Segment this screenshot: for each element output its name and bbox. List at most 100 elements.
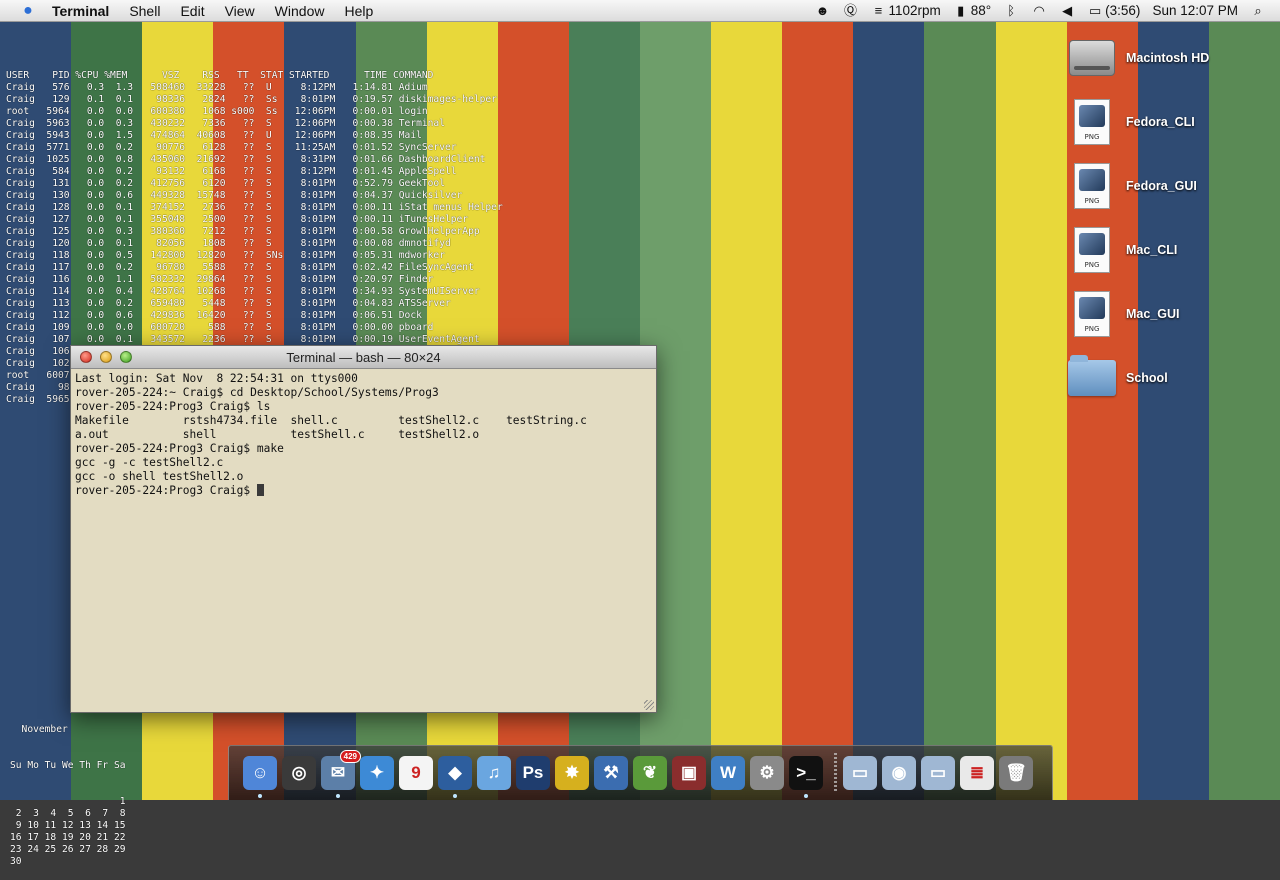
terminal-window[interactable]: Terminal — bash — 80×24 Last login: Sat …	[70, 345, 657, 713]
process-row: Craig 130 0.0 0.6 449328 15748 ?? S 8:01…	[6, 190, 463, 201]
adium-icon: ◆	[448, 763, 462, 782]
hard-drive-icon	[1069, 40, 1115, 76]
terminal-output-line: rover-205-224:~ Craig$ cd Desktop/School…	[75, 386, 439, 399]
close-button[interactable]	[80, 351, 92, 363]
process-row: Craig 128 0.0 0.1 374152 2736 ?? S 8:01P…	[6, 202, 503, 213]
process-row: Craig 125 0.0 0.3 380360 7212 ?? S 8:01P…	[6, 226, 480, 237]
window-titlebar[interactable]: Terminal — bash — 80×24	[71, 346, 656, 369]
smultron-icon: ✸	[564, 763, 580, 782]
minimize-button[interactable]	[100, 351, 112, 363]
dock-item-applications-stack[interactable]: ▭	[921, 756, 955, 790]
process-row: Craig 584 0.0 0.2 93132 6168 ?? S 8:12PM…	[6, 166, 457, 177]
running-indicator	[453, 794, 457, 798]
dock-item-itunes[interactable]: ♫	[477, 756, 511, 790]
dock-item-downloads-stack[interactable]: ◉	[882, 756, 916, 790]
bluetooth-icon[interactable]: ᛒ	[1003, 3, 1019, 19]
menu-bar: ● Terminal Shell Edit View Window Help ☻…	[0, 0, 1280, 22]
wifi-icon[interactable]: ◠	[1031, 3, 1047, 19]
dock-item-vmware[interactable]: ▣	[672, 756, 706, 790]
dock-item-documents-stack[interactable]: ▭	[843, 756, 877, 790]
photoshop-icon: Ps	[522, 763, 544, 782]
dock-item-adium[interactable]: ◆	[438, 756, 472, 798]
dock-item-smultron[interactable]: ✸	[555, 756, 589, 790]
png-file-icon: PNG	[1074, 227, 1110, 273]
desktop-icon-fedora-gui[interactable]: PNG Fedora_GUI	[1066, 160, 1197, 212]
process-row: Craig 576 0.3 1.3 508460 33228 ?? U 8:12…	[6, 82, 428, 93]
apple-menu-icon[interactable]: ●	[18, 2, 38, 20]
process-row: Craig 113 0.0 0.2 659480 5448 ?? S 8:01P…	[6, 298, 451, 309]
zoom-button[interactable]	[120, 351, 132, 363]
terminal-icon: >_	[796, 763, 816, 782]
process-row: Craig 114 0.0 0.4 428764 10268 ?? S 8:01…	[6, 286, 480, 297]
process-row: Craig 118 0.0 0.5 142800 12820 ?? SNs 8:…	[6, 250, 445, 261]
desktop-icon-fedora-cli[interactable]: PNG Fedora_CLI	[1066, 96, 1195, 148]
dock-item-document-stack[interactable]: ≣	[960, 756, 994, 790]
terminal-output-line: gcc -o shell testShell2.o	[75, 470, 244, 483]
adium-status-icon[interactable]: ☻	[814, 3, 830, 19]
terminal-output-line: a.out shell testShell.c testShell2.o	[75, 428, 480, 441]
resize-grip[interactable]	[644, 700, 654, 710]
cpu-temp[interactable]: ▮ 88°	[953, 3, 991, 19]
desktop-icon-school[interactable]: School	[1066, 352, 1168, 404]
desktop-icon-macintosh-hd[interactable]: Macintosh HD	[1066, 32, 1209, 84]
process-row: Craig 109 0.0 0.0 600720 588 ?? S 8:01PM…	[6, 322, 434, 333]
thermometer-icon: ▮	[957, 2, 965, 18]
process-row: Craig 127 0.0 0.1 355048 2500 ?? S 8:01P…	[6, 214, 469, 225]
menu-view[interactable]: View	[225, 3, 255, 19]
dock-item-growl[interactable]: ❦	[633, 756, 667, 790]
terminal-output-line: rover-205-224:Prog3 Craig$ ls	[75, 400, 271, 413]
dock-separator[interactable]	[834, 753, 837, 793]
document-stack-icon: ≣	[969, 763, 985, 782]
battery-status[interactable]: ▭ (3:56)	[1087, 3, 1140, 19]
dock-item-safari[interactable]: ✦	[360, 756, 394, 790]
menu-app-name[interactable]: Terminal	[52, 3, 109, 19]
dock-item-photoshop[interactable]: Ps	[516, 756, 550, 790]
desktop-icon-mac-gui[interactable]: PNG Mac_GUI	[1066, 288, 1180, 340]
menu-shell[interactable]: Shell	[129, 3, 160, 19]
calendar-week: 30	[10, 856, 22, 867]
volume-icon[interactable]: ◀	[1059, 3, 1075, 19]
vmware-icon: ▣	[680, 763, 698, 782]
dock-item-dashboard[interactable]: ◎	[282, 756, 316, 790]
dock-item-xcode[interactable]: ⚒	[594, 756, 628, 790]
dock-item-ical[interactable]: 9	[399, 756, 433, 790]
itunes-icon: ♫	[487, 763, 501, 782]
window-title: Terminal — bash — 80×24	[286, 349, 441, 365]
terminal-content[interactable]: Last login: Sat Nov 8 22:54:31 on ttys00…	[71, 369, 656, 501]
menu-extras: ☻ Ⓠ ≡ 1102rpm ▮ 88° ᛒ ◠ ◀ ▭ (3:56) Sun 12:0…	[814, 3, 1266, 19]
dock-item-terminal[interactable]: >_	[789, 756, 823, 798]
dock-item-system-prefs[interactable]: ⚙	[750, 756, 784, 790]
dock-item-trash[interactable]: 🗑	[999, 756, 1033, 790]
menu-help[interactable]: Help	[344, 3, 373, 19]
calendar-weeks: 1 2 3 4 5 6 7 8 9 10 11 12 13 14 15 16 17…	[10, 796, 126, 868]
calendar-week: 23 24 25 26 27 28 29	[10, 844, 126, 855]
menu-window[interactable]: Window	[275, 3, 325, 19]
process-row: Craig 129 0.1 0.1 98336 2824 ?? Ss 8:01P…	[6, 94, 497, 105]
calendar-week: 2 3 4 5 6 7 8	[10, 808, 126, 819]
dock-item-finder[interactable]: ☺	[243, 756, 277, 798]
spotlight-search-icon[interactable]: ⌕	[1250, 3, 1266, 19]
word-icon: W	[719, 763, 737, 782]
dock: ☺ ◎ ✉ 429 ✦ 9 ◆ ♫ Ps ✸ ⚒ ❦ ▣ W ⚙ >_ ▭ ◉ ▭ ≣ 🗑	[228, 745, 1053, 800]
wallpaper-stripe	[711, 0, 783, 800]
wallpaper-stripe	[782, 0, 854, 800]
menu-clock[interactable]: Sun 12:07 PM	[1152, 3, 1238, 18]
png-file-icon: PNG	[1074, 99, 1110, 145]
trash-icon: 🗑	[1005, 763, 1027, 782]
dock-item-mail[interactable]: ✉ 429	[321, 750, 361, 798]
process-row: Craig 5943 0.0 1.5 474864 40608 ?? U 12:…	[6, 130, 422, 141]
xcode-icon: ⚒	[603, 763, 619, 782]
quicksilver-icon[interactable]: Ⓠ	[842, 3, 858, 19]
calendar-weekdays: Su Mo Tu We Th Fr Sa	[10, 760, 126, 771]
finder-icon: ☺	[251, 763, 269, 782]
dock-item-word[interactable]: W	[711, 756, 745, 790]
terminal-output-line: gcc -g -c testShell2.c	[75, 456, 224, 469]
running-indicator	[258, 794, 262, 798]
running-indicator	[804, 794, 808, 798]
calendar-week: 1	[10, 796, 126, 807]
fan-speed[interactable]: ≡ 1102rpm	[870, 3, 941, 19]
desktop-icon-mac-cli[interactable]: PNG Mac_CLI	[1066, 224, 1177, 276]
menu-edit[interactable]: Edit	[180, 3, 204, 19]
process-list-header: USER PID %CPU %MEM VSZ RSS TT STAT START…	[6, 70, 434, 81]
safari-icon: ✦	[369, 763, 385, 782]
